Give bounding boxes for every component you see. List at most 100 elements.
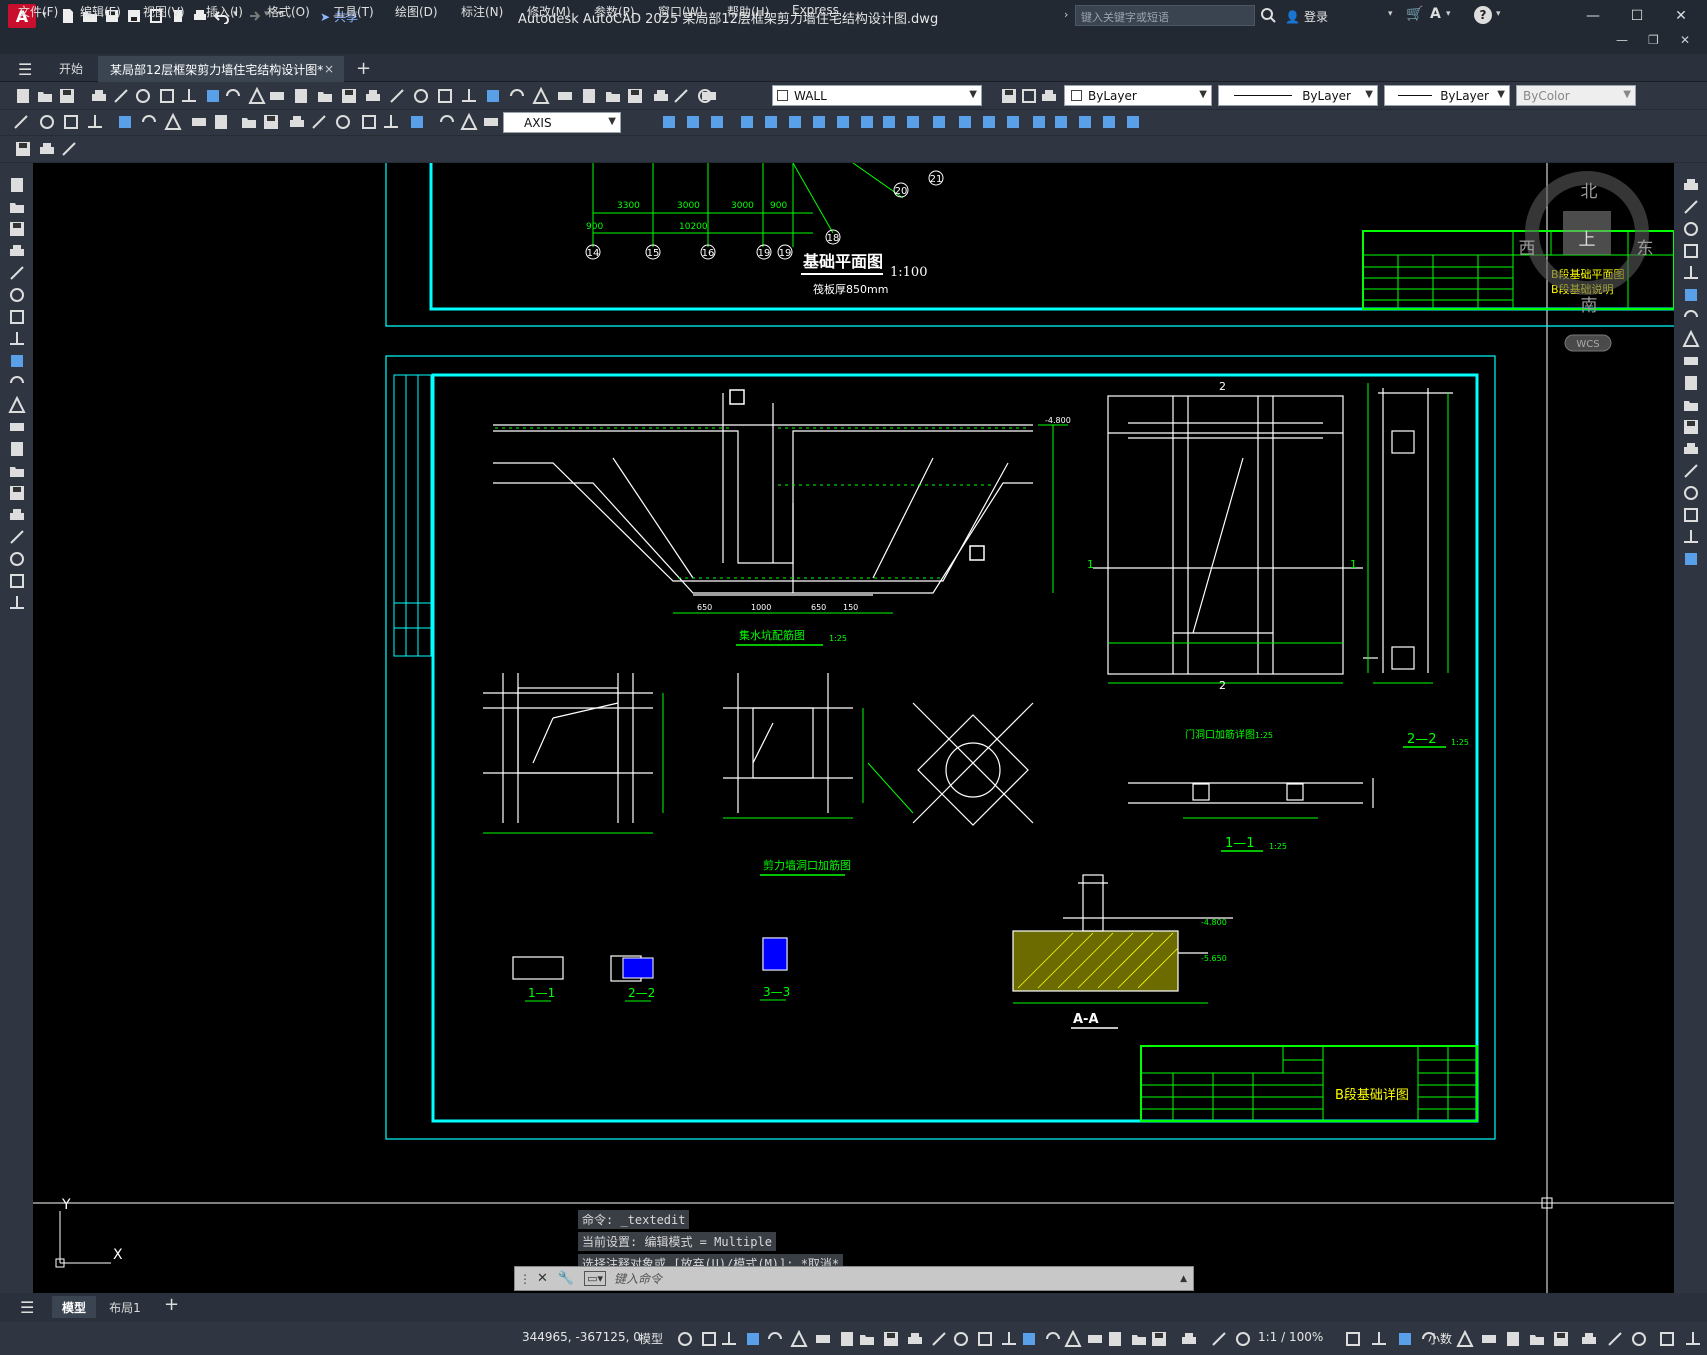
modify-tool-icon-6[interactable] [1682,308,1698,324]
maximize-icon[interactable]: ☐ [1624,6,1650,26]
modify-tool-icon-10[interactable] [1682,396,1698,412]
draw-tool-icon-3[interactable] [8,242,24,258]
draw-tool-icon-13[interactable] [8,462,24,478]
status-icon-16[interactable] [1044,1330,1060,1346]
modify-tool-icon-3[interactable] [1682,242,1698,258]
toolbar2-icon-12[interactable] [310,113,326,129]
status-icon-24[interactable] [1234,1330,1250,1346]
status-icon-2[interactable] [720,1330,736,1346]
tab-close-icon[interactable]: × [324,62,334,76]
menu-item-7[interactable]: 标注(N) [461,3,503,20]
toolbar2b-icon-1[interactable] [684,113,700,129]
cmd-close-icon[interactable]: ✕ [537,1271,548,1286]
status-icon-30[interactable] [1480,1330,1496,1346]
toolbar1-icon-14[interactable] [340,87,358,105]
status-icon-3[interactable] [744,1330,760,1346]
toolbar1-icon-1[interactable] [36,87,54,105]
status-icon-10[interactable] [906,1330,922,1346]
toolbar1-icon-10[interactable] [248,86,266,105]
cart-icon[interactable]: 🛒 [1406,6,1423,22]
modify-tool-icon-11[interactable] [1682,418,1698,434]
status-icon-38[interactable] [1684,1330,1700,1346]
status-icon-27[interactable] [1396,1330,1412,1346]
modify-tool-icon-12[interactable] [1682,440,1698,456]
status-icon-9[interactable] [882,1330,898,1346]
status-icon-20[interactable] [1130,1330,1146,1346]
toolbar2-icon-13[interactable] [334,113,350,129]
status-icon-0[interactable] [676,1330,692,1346]
status-icon-14[interactable] [1000,1330,1016,1346]
menu-item-9[interactable]: 参数(P) [594,3,635,20]
toolbar1-icon-24[interactable] [580,87,598,105]
modify-tool-icon-16[interactable] [1682,528,1698,544]
drawing-svg[interactable]: Y X 3300 3000 3000 900 10200 900 14 15 1… [33,163,1674,1293]
status-icon-37[interactable] [1658,1330,1674,1346]
layout-tabs-menu-icon[interactable]: ☰ [20,1298,34,1317]
viewcube-west[interactable]: 西 [1519,239,1536,259]
toolbar1-icon-11[interactable] [268,87,286,105]
toolbar3-icon-1[interactable] [38,140,54,156]
login-button[interactable]: 👤 登录 [1285,8,1328,25]
draw-tool-icon-1[interactable] [8,198,24,214]
toolbar2-icon-18[interactable] [460,112,478,130]
draw-tool-icon-9[interactable] [8,374,24,390]
status-icon-33[interactable] [1552,1330,1568,1346]
status-icon-22[interactable] [1180,1330,1196,1346]
menu-item-3[interactable]: 插入(I) [206,3,243,20]
toolbar2-icon-17[interactable] [438,113,454,129]
toolbar1-icon-25[interactable] [604,87,622,105]
toolbar2-icon-3[interactable] [86,113,102,129]
doc-minimize-icon[interactable]: — [1616,33,1628,47]
toolbar2-icon-0[interactable] [12,113,28,129]
coordinate-readout[interactable]: 344965, -367125, 0 [522,1330,641,1344]
draw-tool-icon-0[interactable] [8,176,24,192]
menu-item-12[interactable]: Express [792,3,839,17]
status-icon-15[interactable] [1020,1330,1036,1346]
draw-tool-icon-11[interactable] [8,418,24,434]
toolbar1-icon-27[interactable] [652,87,670,105]
dimstyle-dropdown[interactable]: AXIS ▼ [503,112,621,133]
add-layout-button[interactable]: + [164,1294,179,1315]
toolbar2b-icon-3[interactable] [738,113,754,129]
toolbar2-icon-6[interactable] [164,112,182,130]
modify-tool-icon-14[interactable] [1682,484,1698,500]
toolbar2b-icon-15[interactable] [1030,113,1046,129]
layer-state-icon[interactable] [1000,87,1018,105]
status-icon-25[interactable] [1344,1330,1360,1346]
status-icon-26[interactable] [1370,1330,1386,1346]
layer-dropdown[interactable]: WALL ▼ [772,85,982,106]
draw-tool-icon-6[interactable] [8,308,24,324]
status-icon-8[interactable] [858,1330,874,1346]
menu-item-8[interactable]: 修改(M) [527,3,571,20]
status-icon-34[interactable] [1580,1330,1596,1346]
status-icon-6[interactable] [814,1330,830,1346]
cmd-expand-icon[interactable]: ▲ [1180,1274,1187,1284]
toolbar1-icon-6[interactable] [158,87,176,105]
toolbar2-icon-2[interactable] [62,113,78,129]
status-icon-18[interactable] [1086,1330,1102,1346]
modify-tool-icon-13[interactable] [1682,462,1698,478]
draw-tool-icon-12[interactable] [8,440,24,456]
menu-item-2[interactable]: 视图(V) [143,3,185,20]
login-dropdown-icon[interactable]: ▾ [1388,9,1393,19]
modify-tool-icon-1[interactable] [1682,198,1698,214]
toolbar1-icon-3[interactable] [90,87,108,105]
status-icon-13[interactable] [976,1330,992,1346]
draw-tool-icon-4[interactable] [8,264,24,280]
toolbar3-icon-2[interactable] [60,140,76,156]
menu-item-6[interactable]: 绘图(D) [395,3,438,20]
toolbar2b-icon-12[interactable] [956,113,972,129]
menu-item-11[interactable]: 帮助(H) [727,3,769,20]
status-icon-28[interactable] [1420,1330,1436,1346]
viewcube-north[interactable]: 北 [1581,182,1598,202]
draw-tool-icon-15[interactable] [8,506,24,522]
toolbar2b-icon-4[interactable] [762,113,778,129]
menu-item-5[interactable]: 工具(T) [333,3,374,20]
toolbar2b-icon-2[interactable] [708,113,724,129]
toolbar1-icon-20[interactable] [484,87,502,105]
help-icon[interactable]: ? [1474,6,1492,24]
redo-icon[interactable] [244,8,261,24]
toolbar1-icon-2[interactable] [58,87,76,105]
menu-item-1[interactable]: 编辑(E) [80,3,121,20]
save-as-icon[interactable] [126,8,142,24]
